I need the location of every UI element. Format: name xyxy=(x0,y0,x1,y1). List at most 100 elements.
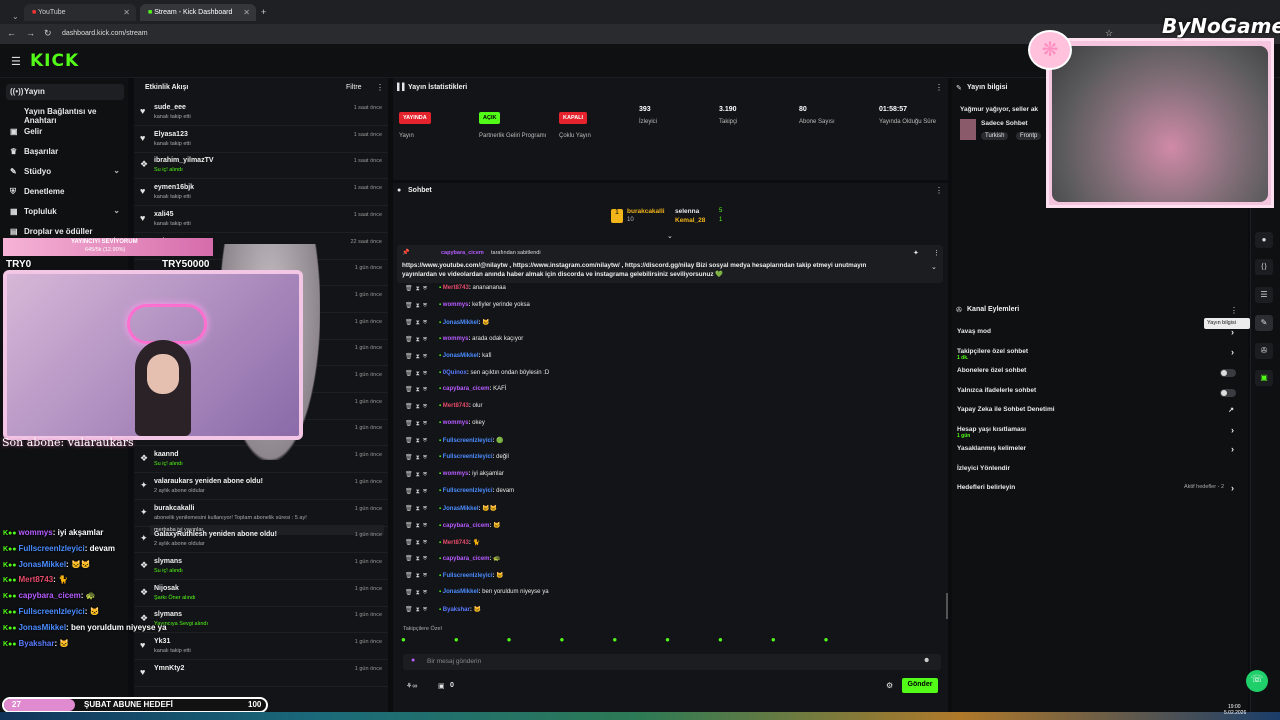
chat-username[interactable]: Byakshar xyxy=(443,607,470,613)
actions-toggle-icon[interactable]: ✇ xyxy=(1255,343,1273,359)
sidebar-item-studyo[interactable]: ✎ Stüdyo ⌄ xyxy=(6,164,124,180)
mod-action-icons[interactable]: 🗑⧗⛨ xyxy=(405,555,430,563)
close-icon[interactable]: ✕ xyxy=(123,8,130,17)
sidebar-item-topluluk[interactable]: ▦ Topluluk ⌄ xyxy=(6,204,124,220)
more-icon[interactable]: ⋮ xyxy=(935,83,943,92)
chat-username[interactable]: JonasMikkel xyxy=(443,320,479,326)
toggle-switch[interactable] xyxy=(1220,388,1236,397)
mod-action-icons[interactable]: 🗑⧗⛨ xyxy=(405,454,430,462)
stream-info-toggle-icon[interactable]: ✎ xyxy=(1255,315,1273,331)
chevron-down-icon[interactable]: ⌄ xyxy=(931,263,937,271)
mod-action-icons[interactable]: 🗑⧗⛨ xyxy=(405,302,430,310)
mod-action-icons[interactable]: 🗑⧗⛨ xyxy=(405,420,430,428)
chat-username[interactable]: wommys xyxy=(443,471,469,477)
emote-bar[interactable]: ●●●●●●●●● xyxy=(401,635,941,649)
kick-logo[interactable]: KICK xyxy=(30,51,79,71)
more-icon[interactable]: ⋮ xyxy=(935,186,943,195)
mod-action-icons[interactable]: 🗑⧗⛨ xyxy=(405,285,430,293)
reload-icon[interactable]: ↻ xyxy=(44,28,52,39)
tab-kick-dashboard[interactable]: ■ Stream - Kick Dashboard ✕ xyxy=(140,4,256,21)
category-name[interactable]: Sadece Sohbet xyxy=(981,120,1028,127)
chat-username[interactable]: Mert8743 xyxy=(443,403,469,409)
mod-action-icons[interactable]: 🗑⧗⛨ xyxy=(405,606,430,614)
close-icon[interactable]: ✕ xyxy=(243,8,250,17)
kick-app-icon[interactable]: ▣ xyxy=(1255,370,1273,386)
tag-chip[interactable]: Frontp xyxy=(1016,132,1042,140)
chat-username[interactable]: FullscreenIzleyici xyxy=(443,573,493,579)
mod-action-icons[interactable]: 🗑⧗⛨ xyxy=(405,522,430,530)
mod-action-icons[interactable]: 🗑⧗⛨ xyxy=(405,437,430,445)
channel-action-item[interactable]: Yavaş mod › xyxy=(957,327,1242,344)
feed-filter-button[interactable]: Filtre xyxy=(346,84,362,91)
sidebar-item-basarilar[interactable]: ♛ Başarılar xyxy=(6,144,124,160)
mod-action-icons[interactable]: 🗑⧗⛨ xyxy=(405,589,430,597)
activity-toggle-icon[interactable]: ⟨⟩ xyxy=(1255,259,1273,275)
chat-username[interactable]: JonasMikkel xyxy=(443,353,479,359)
chat-username[interactable]: JonasMikkel xyxy=(443,506,479,512)
mod-action-icons[interactable]: 🗑⧗⛨ xyxy=(405,505,430,513)
unpin-icon[interactable]: ✦ xyxy=(913,249,919,257)
channel-action-item[interactable]: Abonelere özel sohbet xyxy=(957,367,1242,383)
mod-action-icons[interactable]: 🗑⧗⛨ xyxy=(405,386,430,394)
mod-action-icons[interactable]: 🗑⧗⛨ xyxy=(405,471,430,479)
channel-action-item[interactable]: Yapay Zeka ile Sohbet Denetimi ↗ xyxy=(957,406,1242,422)
emoji-icon[interactable]: ☻ xyxy=(923,657,930,664)
chat-username[interactable]: capybara_cicem xyxy=(443,386,490,392)
mod-action-icons[interactable]: 🗑⧗⛨ xyxy=(405,403,430,411)
mod-action-icons[interactable]: 🗑⧗⛨ xyxy=(405,353,430,361)
channel-action-item[interactable]: Yasaklanmış kelimeler › xyxy=(957,444,1242,461)
mod-action-icons[interactable]: 🗑⧗⛨ xyxy=(405,572,430,580)
mod-action-icons[interactable]: 🗑⧗⛨ xyxy=(405,488,430,496)
sidebar-item-gelir[interactable]: ▣ Gelir xyxy=(6,124,124,140)
menu-icon[interactable]: ☰ xyxy=(11,55,21,68)
chat-username[interactable]: wommys xyxy=(443,336,469,342)
chat-username[interactable]: FullscreenIzleyici xyxy=(443,438,493,444)
send-button[interactable]: Gönder xyxy=(902,678,938,693)
toggle-switch[interactable] xyxy=(1220,369,1236,377)
channel-action-item[interactable]: Takipçilere özel sohbet 1 dk. › xyxy=(957,347,1242,364)
settings-gear-icon[interactable]: ⚙ xyxy=(886,681,893,690)
back-icon[interactable]: ← xyxy=(7,28,16,38)
mic-icon: ● xyxy=(411,657,416,664)
chevron-down-icon[interactable]: ⌄ xyxy=(667,232,673,240)
chat-username[interactable]: wommys xyxy=(443,302,469,308)
chat-username[interactable]: wommys xyxy=(443,420,469,426)
more-icon[interactable]: ⋮ xyxy=(933,249,940,257)
stats-toggle-icon[interactable]: ☰ xyxy=(1255,287,1273,303)
tab-youtube[interactable]: ■ YouTube ✕ xyxy=(24,4,136,21)
chat-username[interactable]: capybara_cicem xyxy=(443,556,490,562)
tag-chip[interactable]: Turkish xyxy=(981,132,1009,140)
forward-icon[interactable]: → xyxy=(26,28,35,38)
chat-username[interactable]: capybara_cicem xyxy=(443,523,490,529)
mod-action-icons[interactable]: 🗑⧗⛨ xyxy=(405,539,430,547)
chat-username[interactable]: Mert8743 xyxy=(443,540,469,546)
points-icon[interactable]: ⚘∞ xyxy=(406,682,417,690)
chat-toggle-icon[interactable]: ● xyxy=(1255,232,1273,248)
channel-action-item[interactable]: Hedefleri belirleyin Aktif hedefler - 2 › xyxy=(957,483,1242,500)
sidebar-item-stream-key[interactable]: Yayın Bağlantısı ve Anahtarı xyxy=(6,104,124,125)
mod-action-icons[interactable]: 🗑⧗⛨ xyxy=(405,319,430,327)
streamer-face xyxy=(147,354,179,394)
mod-action-icons[interactable]: 🗑⧗⛨ xyxy=(405,370,430,378)
mod-action-icons[interactable]: 🗑⧗⛨ xyxy=(405,336,430,344)
url-field[interactable]: dashboard.kick.com/stream xyxy=(62,28,1062,41)
feed-item: ♥ xali45 kanalı takip etti 1 saat önce xyxy=(134,207,388,233)
chat-username[interactable]: Mert8743 xyxy=(443,285,469,291)
sidebar-item-yayin[interactable]: ((•)) Yayın xyxy=(6,84,124,100)
chat-username[interactable]: FullscreenIzleyici xyxy=(443,488,493,494)
support-chat-icon[interactable]: ☏ xyxy=(1246,670,1268,692)
channel-action-item[interactable]: Hesap yaşı kısıtlaması 1 gün › xyxy=(957,425,1242,442)
sidebar-item-denetleme[interactable]: ⛨ Denetleme xyxy=(6,184,124,200)
badge-icons: K●● xyxy=(3,530,19,537)
channel-action-item[interactable]: İzleyici Yönlendir xyxy=(957,465,1242,481)
new-tab-button[interactable]: + xyxy=(259,4,271,21)
channel-action-item[interactable]: Yalnızca ifadelerle sohbet xyxy=(957,387,1242,403)
chat-username[interactable]: FullscreenIzleyici xyxy=(443,454,493,460)
chat-username[interactable]: 0Quinox xyxy=(443,370,467,376)
chat-scrollbar[interactable] xyxy=(946,593,948,619)
chat-username[interactable]: JonasMikkel xyxy=(443,589,479,595)
more-icon[interactable]: ⋮ xyxy=(1230,306,1238,315)
gift-icon[interactable]: ▣ xyxy=(438,682,445,690)
chat-input[interactable]: ● Bir mesaj gönderin ☻ xyxy=(403,654,941,670)
more-icon[interactable]: ⋮ xyxy=(376,83,384,92)
